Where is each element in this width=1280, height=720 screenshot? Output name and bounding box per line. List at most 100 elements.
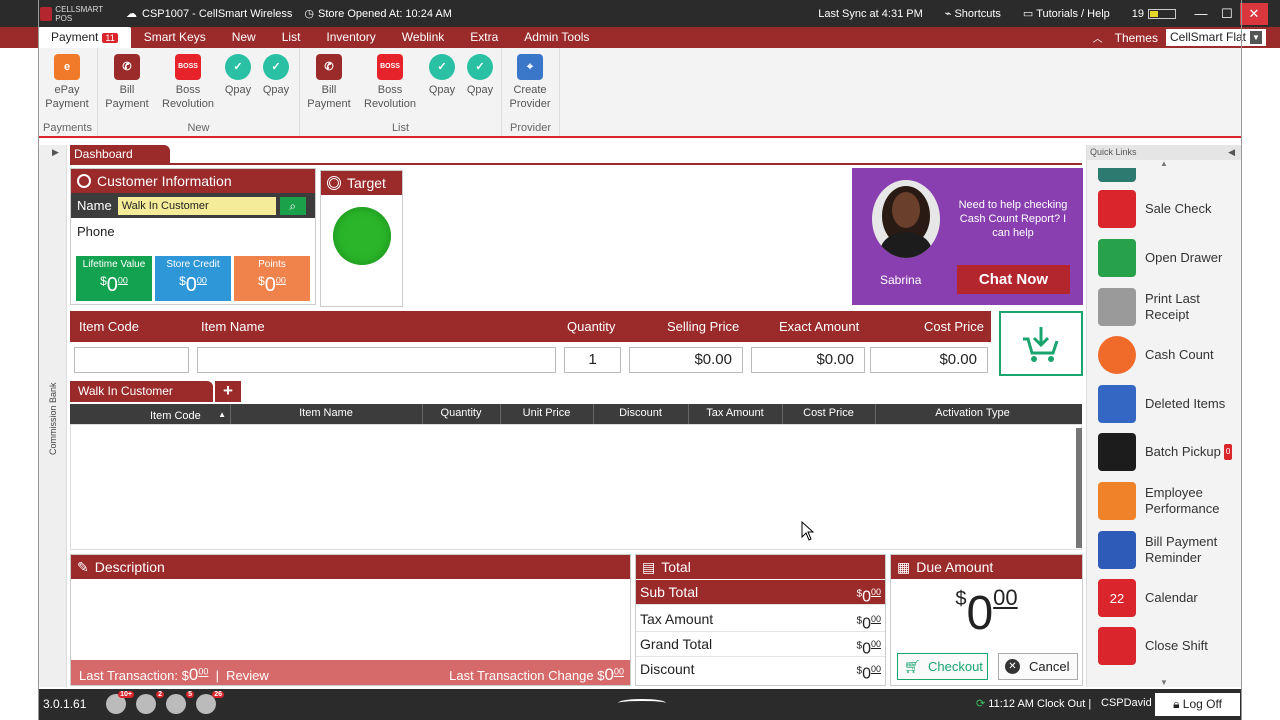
- calculator-icon[interactable]: 5: [166, 691, 194, 714]
- cancel-button[interactable]: ✕ Cancel: [998, 653, 1078, 680]
- expand-handle-icon[interactable]: [618, 699, 666, 707]
- phone-label: Phone: [77, 224, 115, 239]
- currency-sign: $: [179, 274, 186, 288]
- qpay-list-button-1[interactable]: ✓ Qpay: [422, 54, 462, 97]
- qpay-button-1[interactable]: ✓ Qpay: [218, 54, 258, 97]
- chevron-down-icon: ▼: [1250, 31, 1262, 44]
- checkout-button[interactable]: 🛒︎ Checkout: [897, 653, 988, 680]
- quick-link-employee-performance[interactable]: Employee Performance: [1098, 480, 1238, 522]
- tab-weblink[interactable]: Weblink: [389, 27, 457, 48]
- cart-grid-body[interactable]: [70, 424, 1082, 550]
- customer-stats: Lifetime Value $000 Store Credit $000 Po…: [76, 256, 310, 301]
- boss-revolution-list-button[interactable]: BOSS Boss Revolution: [362, 54, 418, 111]
- col-item-code-label: Item Code: [150, 410, 201, 422]
- tab-dashboard[interactable]: Dashboard: [70, 145, 170, 164]
- collapse-ribbon-icon[interactable]: ︿: [1093, 30, 1103, 45]
- selling-price-input[interactable]: $0.00: [629, 347, 743, 373]
- lifetime-value-amount: $000: [76, 274, 152, 297]
- header-item-name: Item Name: [201, 319, 265, 334]
- item-name-input[interactable]: [197, 347, 556, 373]
- quick-link-cash-count[interactable]: Cash Count: [1098, 334, 1238, 376]
- col-quantity[interactable]: Quantity: [422, 407, 500, 419]
- cart-customer-tab[interactable]: Walk In Customer: [70, 381, 213, 402]
- minimize-button[interactable]: —: [1188, 6, 1214, 21]
- exact-amount-input[interactable]: $0.00: [751, 347, 865, 373]
- tab-admin-tools[interactable]: Admin Tools: [511, 27, 602, 48]
- quick-link-print-last-receipt[interactable]: Print Last Receipt: [1098, 286, 1238, 328]
- col-tax-amount[interactable]: Tax Amount: [688, 407, 782, 419]
- users-icon[interactable]: 26: [196, 691, 224, 714]
- due-amount-value: $000: [891, 585, 1082, 641]
- phone-calls-icon[interactable]: 10+: [106, 691, 134, 714]
- amount-cents: 00: [870, 664, 881, 674]
- cart-scrollbar[interactable]: [1076, 428, 1082, 548]
- col-item-name[interactable]: Item Name: [230, 407, 422, 419]
- shortcuts-link[interactable]: ⌁ Shortcuts: [945, 7, 1001, 20]
- quick-link-sale-check[interactable]: Sale Check: [1098, 188, 1238, 230]
- col-discount[interactable]: Discount: [593, 407, 688, 419]
- tab-extra[interactable]: Extra: [457, 27, 511, 48]
- epay-payment-button[interactable]: e ePay Payment: [42, 54, 92, 111]
- collapse-arrow-icon[interactable]: ◀: [1228, 145, 1235, 160]
- qpay-icon: ✓: [429, 54, 455, 80]
- tutorials-label: Tutorials / Help: [1036, 8, 1110, 20]
- last-transaction-label: Last Transaction:: [79, 668, 178, 683]
- review-link[interactable]: Review: [226, 668, 269, 683]
- col-activation-type[interactable]: Activation Type: [875, 407, 1070, 419]
- qpay-button-2[interactable]: ✓ Qpay: [256, 54, 296, 97]
- tab-payment[interactable]: Payment 11: [38, 27, 131, 48]
- quick-link-batch-pickup[interactable]: Batch Pickup 0: [1098, 431, 1238, 473]
- col-unit-price[interactable]: Unit Price: [500, 407, 593, 419]
- bill-label-1: Bill: [119, 84, 135, 96]
- add-to-cart-button[interactable]: [999, 311, 1083, 376]
- quick-links-panel: Quick Links ◀ ▲ Sale Check Open Drawer Pr…: [1086, 145, 1241, 687]
- commission-bank-panel[interactable]: ▶ Commission Bank: [38, 145, 67, 687]
- maximize-button[interactable]: ☐: [1214, 6, 1240, 22]
- quick-link-calendar[interactable]: 22 Calendar: [1098, 577, 1238, 619]
- currency-sign: $: [955, 588, 967, 610]
- amount-whole: 0: [862, 615, 871, 633]
- quick-link-deleted-items[interactable]: Deleted Items: [1098, 383, 1238, 425]
- item-code-input[interactable]: [74, 347, 189, 373]
- col-cost-price[interactable]: Cost Price: [782, 407, 875, 419]
- close-button[interactable]: ✕: [1240, 2, 1268, 25]
- add-cart-tab-button[interactable]: +: [215, 381, 241, 402]
- amount-cents: 00: [117, 275, 128, 286]
- description-textarea[interactable]: [71, 579, 630, 660]
- payment-badge: 11: [102, 33, 118, 43]
- cost-price-input[interactable]: $0.00: [870, 347, 988, 373]
- clock-out[interactable]: ⟳ 11:12 AM Clock Out |: [976, 697, 1091, 710]
- theme-select[interactable]: CellSmart Flat ▼: [1165, 29, 1266, 46]
- tab-new[interactable]: New: [219, 27, 269, 48]
- chat-now-button[interactable]: Chat Now: [957, 265, 1070, 294]
- bill-payment-list-button[interactable]: ✆ Bill Payment: [304, 54, 354, 111]
- quick-link-open-drawer[interactable]: Open Drawer: [1098, 237, 1238, 279]
- points-card: Points $000: [234, 256, 310, 301]
- calendar-icon: 22: [1098, 579, 1136, 617]
- flask-icon[interactable]: 2: [136, 691, 164, 714]
- boss-revolution-button[interactable]: BOSS Boss Revolution: [160, 54, 216, 111]
- ribbon-group-payments: e ePay Payment Payments: [38, 48, 98, 136]
- cloud-icon: ☁: [126, 8, 137, 20]
- bill-label-2: Payment: [105, 98, 149, 110]
- quick-link-close-shift[interactable]: Close Shift: [1098, 625, 1238, 667]
- quick-link-partial[interactable]: [1098, 168, 1136, 182]
- search-customer-button[interactable]: ⌕: [279, 196, 306, 215]
- qpay-list-button-2[interactable]: ✓ Qpay: [460, 54, 500, 97]
- tab-inventory[interactable]: Inventory: [313, 27, 388, 48]
- quick-link-bill-payment-reminder[interactable]: Bill Payment Reminder: [1098, 529, 1238, 571]
- create-provider-button[interactable]: ⌖ Create Provider: [505, 54, 555, 111]
- expand-arrow-icon[interactable]: ▶: [52, 147, 59, 158]
- tutorials-link[interactable]: ▭ Tutorials / Help: [1023, 7, 1110, 20]
- amount-cents: 00: [870, 614, 881, 624]
- log-off-button[interactable]: 🔒︎ Log Off: [1155, 693, 1240, 716]
- header-cost-price: Cost Price: [924, 319, 984, 334]
- amount-whole: 0: [185, 274, 197, 296]
- tab-list[interactable]: List: [269, 27, 314, 48]
- tab-smart-keys[interactable]: Smart Keys: [131, 27, 219, 48]
- quantity-input[interactable]: 1: [564, 347, 621, 373]
- scroll-down-icon[interactable]: ▼: [1087, 678, 1241, 687]
- scroll-up-icon[interactable]: ▲: [1087, 160, 1241, 168]
- bill-payment-button[interactable]: ✆ Bill Payment: [102, 54, 152, 111]
- customer-name-input[interactable]: Walk In Customer: [117, 196, 276, 215]
